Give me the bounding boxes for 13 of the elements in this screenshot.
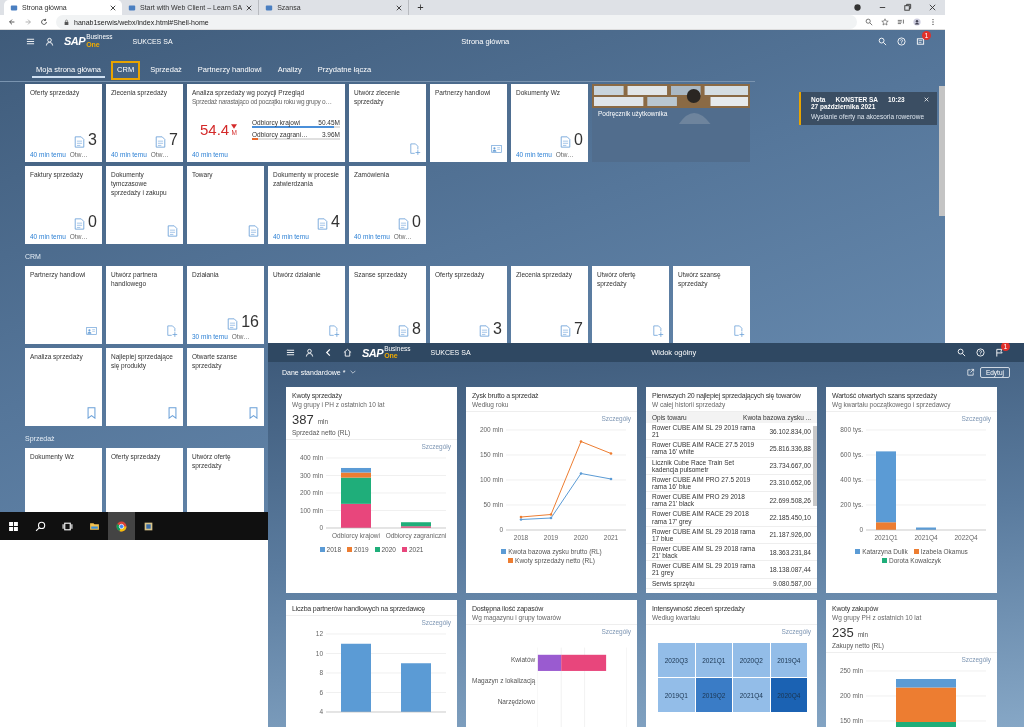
tile-count: 7: [169, 132, 178, 148]
kpi-value: 54.4: [200, 121, 230, 139]
tile-count: 3: [493, 321, 502, 337]
tile-count: 0: [574, 132, 583, 148]
tile-count: 16: [241, 314, 259, 330]
tile-count: 8: [412, 321, 421, 337]
kpi-value: 387: [292, 412, 314, 427]
tile-count: 0: [88, 214, 97, 230]
tile-count: 0: [412, 214, 421, 230]
tile-count: 7: [574, 321, 583, 337]
tile-count: 4: [331, 214, 340, 230]
kpi-value: 235: [832, 625, 854, 640]
tile-count: 3: [88, 132, 97, 148]
